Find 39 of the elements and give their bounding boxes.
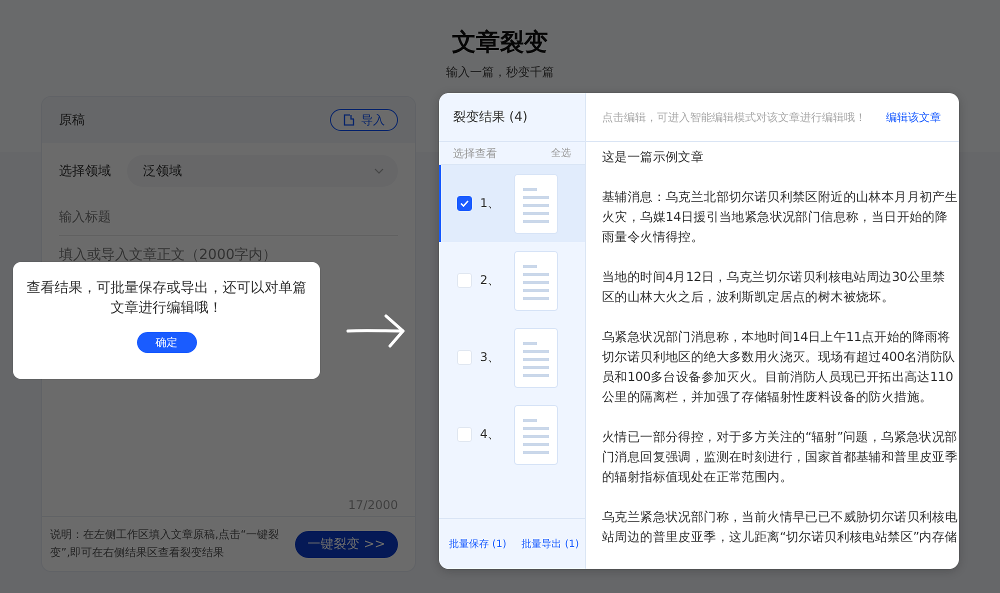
batch-export-link[interactable]: 批量导出 (1) <box>522 537 579 551</box>
instruction-text: 说明：在左侧工作区填入文章原稿,点击“一键裂变”,即可在右侧结果区查看裂变结果 <box>50 527 280 561</box>
item-number: 3、 <box>480 349 501 366</box>
page-subtitle: 输入一篇，秒变千篇 <box>446 64 554 81</box>
item-number: 1、 <box>480 195 501 212</box>
article-paragraph: 当地的时间4月12日，乌克兰切尔诺贝利核电站周边30公里禁区的山林大火之后，波利斯凯定居点的树木被烧坏。 <box>602 268 946 306</box>
confirm-button[interactable]: 确定 <box>136 332 196 353</box>
article-paragraph: 基辅消息：乌克兰北部切尔诺贝利禁区附近的山林本月月初产生火灾，乌媒14日援引当地紧急状况部门信息称，当日开始的降雨量令火情得控。 <box>602 188 958 246</box>
checkmark-icon <box>460 200 469 207</box>
guide-message: 查看结果，可批量保存或导出，还可以对单篇文章进行编辑哦！ <box>26 279 308 318</box>
result-item[interactable]: 2、 <box>439 242 585 319</box>
batch-save-link[interactable]: 批量保存 (1) <box>449 537 506 551</box>
list-label: 选择查看 <box>453 146 497 160</box>
edit-hint: 点击编辑，可进入智能编辑模式对该文章进行编辑哦！ <box>602 110 866 124</box>
article-paragraph: 乌克兰紧急状况部门称，当前火情早已已不威胁切尔诺贝利核电站周边的普里皮亚季，这儿距离“切尔诺贝利核电站禁区”内存储 <box>602 508 958 546</box>
import-button[interactable]: 导入 <box>330 109 398 131</box>
document-thumbnail-icon <box>514 174 558 234</box>
select-all-button[interactable]: 全选 <box>551 146 571 160</box>
checkbox[interactable] <box>457 196 472 211</box>
document-thumbnail-icon <box>514 328 558 388</box>
split-button[interactable]: 一键裂变 >> <box>295 530 398 558</box>
result-item[interactable]: 1、 <box>439 165 585 242</box>
page-title: 文章裂变 <box>452 27 548 58</box>
item-number: 2、 <box>480 272 501 289</box>
edit-article-link[interactable]: 编辑该文章 <box>886 110 941 124</box>
document-thumbnail-icon <box>514 404 558 464</box>
import-icon <box>343 114 355 126</box>
document-thumbnail-icon <box>514 250 558 310</box>
result-item[interactable]: 3、 <box>439 319 585 396</box>
domain-dropdown[interactable]: 泛领域 <box>127 155 398 187</box>
domain-label: 选择领域 <box>59 163 111 180</box>
article-paragraph: 火情已一部分得控，对于多方关注的“辐射”问题，乌紧急状况部门消息回复强调，监测在时刻进行，国家首都基辅和普里皮亚季的辐射指标值现处在正常范围内。 <box>602 428 958 486</box>
chevron-down-icon <box>374 168 384 174</box>
result-item[interactable]: 4、 <box>439 396 585 473</box>
article-paragraph: 这是一篇示例文章 <box>602 148 705 166</box>
results-title: 裂变结果 (4) <box>439 93 585 142</box>
article-paragraph: 乌紧急状况部门消息称，本地时间14日上午11点开始的降雨将切尔诺贝利地区的绝大多数用火浇灭。现场有超过400名消防队员和100多台设备参加灭火。目前消防人员现已开拓出高达110公里的隔离栏，并加强了存储辐射性废料设备的防火措施。 <box>602 328 956 406</box>
card-title: 原稿 <box>59 112 85 129</box>
item-number: 4、 <box>480 426 501 443</box>
